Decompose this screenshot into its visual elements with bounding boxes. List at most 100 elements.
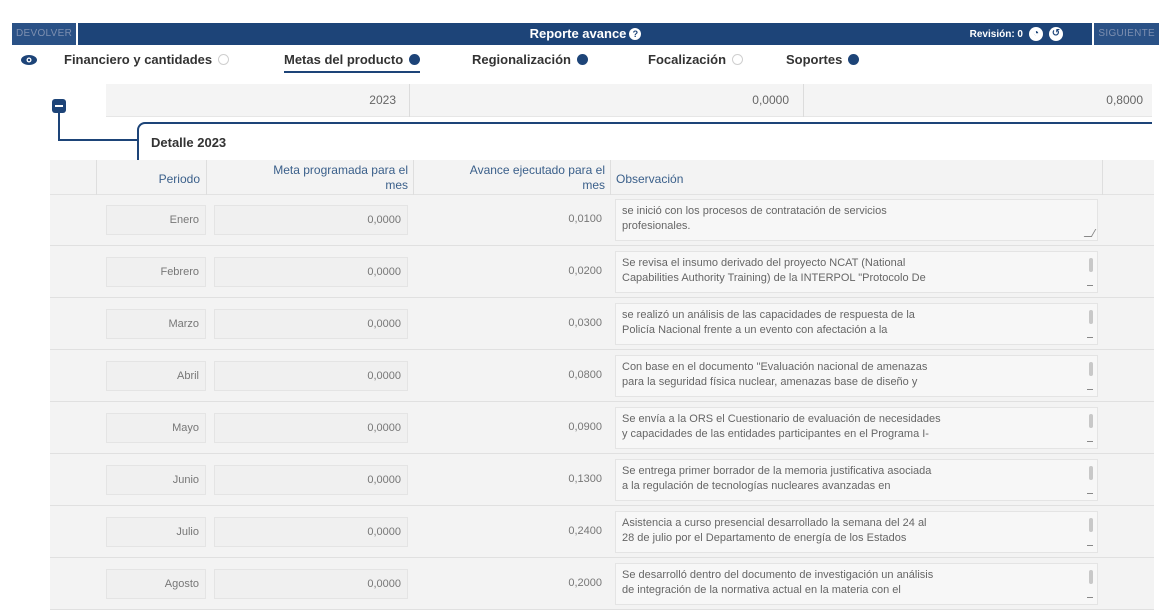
avance-input[interactable]: 0,0800: [416, 361, 608, 391]
periodo-cell: Abril: [106, 361, 206, 391]
observacion-textarea[interactable]: Se envía a la ORS el Cuestionario de eva…: [615, 407, 1098, 449]
resize-handle-icon[interactable]: [1083, 229, 1097, 237]
observacion-textarea[interactable]: Con base en el documento "Evaluación nac…: [615, 355, 1098, 397]
obs-line2: a la regulación de tecnologías nucleares…: [622, 480, 891, 492]
avance-input[interactable]: 0,0300: [416, 309, 608, 339]
siguiente-button[interactable]: SIGUIENTE: [1092, 23, 1159, 45]
header-observacion: Observación: [616, 172, 684, 186]
year-value-2: 0,8000: [1106, 93, 1143, 107]
table-header: Periodo Meta programada para el mes Avan…: [50, 160, 1154, 195]
history-icon[interactable]: ↺: [1049, 27, 1063, 41]
obs-line2: para la seguridad física nuclear, amenaz…: [622, 376, 918, 388]
scroll-down-icon[interactable]: [1087, 337, 1093, 341]
tab-label: Focalización: [648, 52, 727, 67]
table-row: Febrero 0,0000 0,0200 Se revisa el insum…: [50, 247, 1154, 298]
status-filled-icon: [576, 54, 588, 65]
scrollbar[interactable]: [1089, 310, 1093, 324]
status-empty-icon: [732, 54, 744, 65]
tab-metas[interactable]: Metas del producto: [284, 52, 421, 73]
obs-line1: Se desarrolló dentro del documento de in…: [622, 569, 934, 581]
pie-chart-icon[interactable]: ◔: [1029, 27, 1043, 41]
table-row: Marzo 0,0000 0,0300 se realizó un anális…: [50, 299, 1154, 350]
periodo-cell: Junio: [106, 465, 206, 495]
meta-cell: 0,0000: [214, 517, 408, 547]
observacion-textarea[interactable]: Asistencia a curso presencial desarrolla…: [615, 511, 1098, 553]
obs-line1: Con base en el documento "Evaluación nac…: [622, 361, 928, 373]
obs-line2: de integración de la normativa actual en…: [622, 584, 901, 596]
revision-group: Revisión: 0 ◔ ↺: [970, 23, 1063, 45]
periodo-cell: Mayo: [106, 413, 206, 443]
meta-cell: 0,0000: [214, 413, 408, 443]
scroll-down-icon[interactable]: [1087, 493, 1093, 497]
meta-cell: 0,0000: [214, 361, 408, 391]
header-meta-line2: mes: [385, 178, 408, 192]
tree-connector: [58, 139, 138, 141]
table-row: Abril 0,0000 0,0800 Con base en el docum…: [50, 351, 1154, 402]
avance-input[interactable]: 0,0200: [416, 257, 608, 287]
observacion-textarea[interactable]: se realizó un análisis de las capacidade…: [615, 303, 1098, 345]
year-cell: 2023: [369, 93, 396, 107]
tab-label: Regionalización: [472, 52, 571, 67]
scroll-down-icon[interactable]: [1087, 545, 1093, 549]
scrollbar[interactable]: [1089, 414, 1093, 428]
year-summary-row: 2023 0,0000 0,8000: [106, 84, 1152, 117]
tab-financiero[interactable]: Financiero y cantidades: [64, 52, 230, 71]
toolbar: DEVOLVER Reporte avance? Revisión: 0 ◔ ↺…: [12, 23, 1159, 45]
obs-line2: y capacidades de las entidades participa…: [622, 428, 929, 440]
meta-cell: 0,0000: [214, 309, 408, 339]
observacion-textarea[interactable]: Se entrega primer borrador de la memoria…: [615, 459, 1098, 501]
revision-label: Revisión: 0: [969, 28, 1023, 40]
obs-line2: profesionales.: [622, 220, 691, 232]
obs-line1: se realizó un análisis de las capacidade…: [622, 309, 915, 321]
detail-panel-header: Detalle 2023: [137, 122, 1152, 160]
scroll-down-icon[interactable]: [1087, 441, 1093, 445]
tab-focalizacion[interactable]: Focalización: [648, 52, 744, 71]
obs-line1: Se entrega primer borrador de la memoria…: [622, 465, 932, 477]
scrollbar[interactable]: [1089, 518, 1093, 532]
avance-input[interactable]: 0,2400: [416, 517, 608, 547]
page-title-text: Reporte avance: [529, 26, 627, 41]
status-filled-icon: [848, 54, 860, 65]
tree-connector: [58, 113, 60, 140]
collapse-icon[interactable]: [52, 99, 66, 113]
detail-table: Periodo Meta programada para el mes Avan…: [50, 160, 1154, 610]
tab-regionalizacion[interactable]: Regionalización: [472, 52, 588, 71]
table-row: Enero 0,0000 0,0100 se inició con los pr…: [50, 195, 1154, 246]
periodo-cell: Febrero: [106, 257, 206, 287]
obs-line2: Policía Nacional frente a un evento con …: [622, 324, 888, 336]
scroll-down-icon[interactable]: [1087, 285, 1093, 289]
tabs-bar: Financiero y cantidades Metas del produc…: [12, 50, 1159, 74]
year-value-1: 0,0000: [752, 93, 789, 107]
observacion-textarea[interactable]: Se revisa el insumo derivado del proyect…: [615, 251, 1098, 293]
avance-input[interactable]: 0,0900: [416, 413, 608, 443]
periodo-cell: Agosto: [106, 569, 206, 599]
eye-icon[interactable]: [20, 53, 38, 67]
obs-line2: Capabilities Authority Training) de la I…: [622, 272, 926, 284]
header-avance-line1: Avance ejecutado para el: [469, 163, 605, 177]
scrollbar[interactable]: [1089, 258, 1093, 272]
scroll-down-icon[interactable]: [1087, 597, 1093, 601]
avance-input[interactable]: 0,0100: [416, 205, 608, 235]
tab-label: Metas del producto: [284, 52, 404, 67]
obs-line2: 28 de julio por el Departamento de energ…: [622, 532, 907, 544]
table-row: Junio 0,0000 0,1300 Se entrega primer bo…: [50, 455, 1154, 506]
observacion-textarea[interactable]: Se desarrolló dentro del documento de in…: [615, 563, 1098, 605]
observacion-textarea[interactable]: se inició con los procesos de contrataci…: [615, 199, 1098, 241]
avance-input[interactable]: 0,1300: [416, 465, 608, 495]
periodo-cell: Marzo: [106, 309, 206, 339]
status-filled-icon: [409, 54, 421, 65]
help-icon[interactable]: ?: [629, 28, 642, 40]
scrollbar[interactable]: [1089, 362, 1093, 376]
scrollbar[interactable]: [1089, 570, 1093, 584]
header-avance-line2: mes: [582, 178, 605, 192]
devolver-button[interactable]: DEVOLVER: [12, 23, 79, 45]
status-empty-icon: [218, 54, 230, 65]
meta-cell: 0,0000: [214, 205, 408, 235]
meta-cell: 0,0000: [214, 257, 408, 287]
avance-input[interactable]: 0,2000: [416, 569, 608, 599]
tab-soportes[interactable]: Soportes: [786, 52, 860, 71]
scrollbar[interactable]: [1089, 466, 1093, 480]
table-row: Agosto 0,0000 0,2000 Se desarrolló dentr…: [50, 559, 1154, 610]
periodo-cell: Julio: [106, 517, 206, 547]
scroll-down-icon[interactable]: [1087, 389, 1093, 393]
